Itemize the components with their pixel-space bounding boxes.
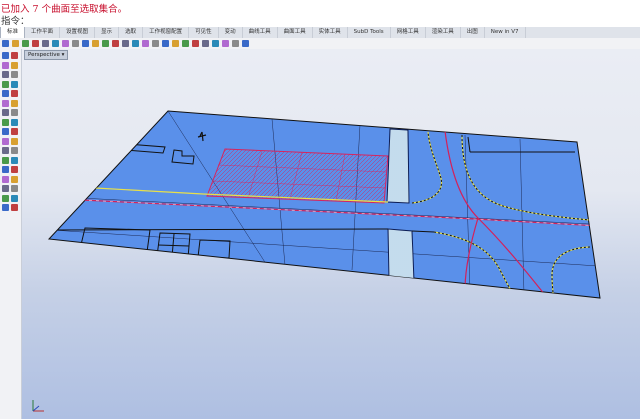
line-icon[interactable] [2,61,9,69]
boolean-icon[interactable] [11,128,18,135]
undo-icon[interactable] [82,40,89,47]
loft-icon[interactable] [2,109,9,116]
group-icon[interactable] [2,194,9,202]
crosswalk-south [387,228,415,282]
analyze-icon[interactable] [2,204,9,211]
perspective-viewport[interactable]: Perspective ▾ [22,49,640,419]
explode-icon[interactable] [11,156,18,164]
copy-icon[interactable] [62,40,69,47]
object-snap-icon[interactable] [182,40,189,47]
polyline-icon[interactable] [11,61,18,69]
point-icon[interactable] [11,52,18,59]
mesh-icon[interactable] [2,137,9,145]
ground-plane[interactable] [47,110,601,299]
copy-move-icon[interactable] [11,166,18,173]
tab-8[interactable]: 曲线工具 [243,27,278,38]
sphere-icon[interactable] [11,118,18,126]
layer-icon[interactable] [192,40,199,47]
tab-5[interactable]: 工作视窗配置 [143,27,190,38]
tab-13[interactable]: 渲染工具 [426,27,461,38]
viewport-title-tab[interactable]: Perspective ▾ [24,50,69,60]
new-file-icon[interactable] [2,40,9,47]
tab-7[interactable]: 变动 [219,27,243,38]
tab-11[interactable]: SubD Tools [348,27,391,38]
circle-icon[interactable] [11,71,18,78]
move-icon[interactable] [2,166,9,173]
zoom-window-icon[interactable] [132,40,139,47]
rotate-icon[interactable] [2,175,9,183]
help-icon[interactable] [242,40,249,47]
array-icon[interactable] [11,185,18,192]
tab-15[interactable]: New in V7 [485,27,526,38]
tab-0[interactable]: 标准 [0,27,26,38]
trim-icon[interactable] [2,147,9,154]
material-icon[interactable] [222,40,229,47]
left-toolbar [0,49,22,419]
zoom-icon[interactable] [122,40,129,47]
polygon-icon[interactable] [11,90,18,97]
tab-4[interactable]: 选取 [119,27,144,38]
surface-icon[interactable] [11,99,18,107]
properties-icon[interactable] [202,40,209,47]
command-history: 已加入 7 个曲面至选取集合。 指令： [0,0,640,28]
save-icon[interactable] [22,40,29,47]
world-axes-icon [32,400,44,412]
fillet-icon[interactable] [11,137,18,145]
box-icon[interactable] [2,118,9,126]
scene-canvas[interactable] [22,49,640,419]
join-icon[interactable] [2,156,9,164]
block-icon[interactable] [11,204,18,211]
arc-icon[interactable] [2,80,9,88]
cut-icon[interactable] [52,40,59,47]
tab-12[interactable]: 网格工具 [391,27,426,38]
render-icon[interactable] [212,40,219,47]
cylinder-icon[interactable] [2,128,9,135]
zoom-selected-icon[interactable] [152,40,159,47]
pan-icon[interactable] [102,40,109,47]
mirror-icon[interactable] [2,185,9,192]
grid-icon[interactable] [172,40,179,47]
zoom-extents-icon[interactable] [142,40,149,47]
paste-icon[interactable] [72,40,79,47]
extrude-icon[interactable] [11,109,18,116]
tab-1[interactable]: 工作平面 [25,27,61,38]
scale-icon[interactable] [11,175,18,183]
command-prompt[interactable]: 指令： [1,13,30,27]
rectangle-icon[interactable] [2,90,9,97]
four-views-icon[interactable] [162,40,169,47]
text-icon[interactable] [2,99,9,107]
curve-icon[interactable] [2,71,9,78]
dimension-icon[interactable] [11,194,18,202]
import-icon[interactable] [42,40,49,47]
tab-10[interactable]: 实体工具 [313,27,348,38]
light-icon[interactable] [232,40,239,47]
print-icon[interactable] [32,40,39,47]
rotate-view-icon[interactable] [112,40,119,47]
redo-icon[interactable] [92,40,99,47]
tab-14[interactable]: 出图 [461,27,485,38]
select-icon[interactable] [2,52,9,59]
viewport-title: Perspective [28,52,60,58]
tab-3[interactable]: 显示 [95,27,120,38]
tab-2[interactable]: 设置视图 [60,27,96,38]
tab-6[interactable]: 可见性 [189,27,219,38]
tab-9[interactable]: 曲面工具 [278,27,313,38]
split-icon[interactable] [11,147,18,154]
ellipse-icon[interactable] [11,80,18,88]
chevron-down-icon[interactable]: ▾ [62,52,65,58]
open-icon[interactable] [12,40,19,47]
crosswalk-north [386,128,410,204]
